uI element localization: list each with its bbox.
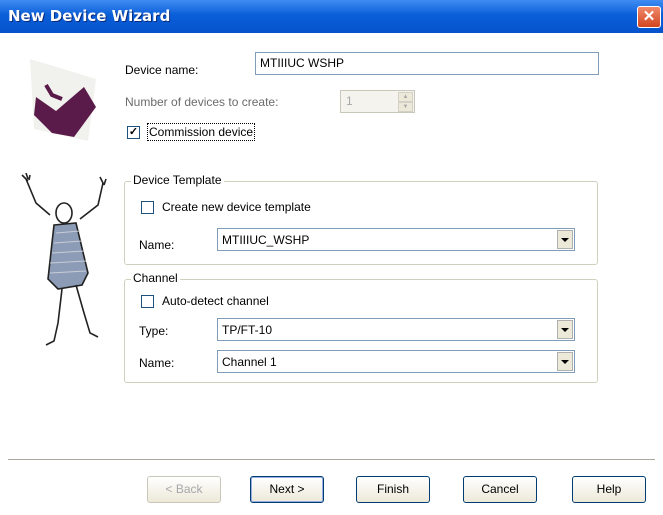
- auto-detect-label: Auto-detect channel: [162, 294, 269, 308]
- title-bar: New Device Wizard ✕: [0, 0, 663, 33]
- channel-type-dropdown[interactable]: TP/FT-10: [217, 318, 575, 341]
- chevron-down-icon[interactable]: [557, 230, 573, 249]
- channel-type-label: Type:: [139, 324, 169, 338]
- finish-button[interactable]: Finish: [356, 476, 430, 503]
- device-name-label: Device name:: [125, 63, 199, 77]
- window-title: New Device Wizard: [8, 7, 171, 25]
- wizard-logo-icon: [30, 59, 96, 141]
- auto-detect-checkbox[interactable]: [141, 295, 154, 308]
- channel-type-value: TP/FT-10: [222, 323, 273, 337]
- footer-separator: [8, 459, 655, 461]
- channel-group: Channel Auto-detect channel Type: TP/FT-…: [124, 271, 598, 383]
- template-name-value: MTIIIUC_WSHP: [222, 233, 310, 247]
- commission-device-label: Commission device: [146, 123, 256, 141]
- checkmark-icon: ✓: [128, 126, 139, 138]
- chevron-down-icon[interactable]: [557, 320, 573, 339]
- wizard-content: Device name: MTIIIUC WSHP Number of devi…: [0, 33, 663, 515]
- template-name-dropdown[interactable]: MTIIIUC_WSHP: [217, 228, 575, 251]
- device-name-field[interactable]: MTIIIUC WSHP: [255, 52, 599, 75]
- number-of-devices-label: Number of devices to create:: [125, 95, 279, 109]
- create-template-checkbox[interactable]: [141, 201, 154, 214]
- spin-up-icon: ▲: [398, 92, 413, 102]
- help-button[interactable]: Help: [572, 476, 646, 503]
- device-template-title: Device Template: [131, 173, 224, 187]
- spin-down-icon: ▼: [398, 102, 413, 112]
- cancel-button[interactable]: Cancel: [463, 476, 537, 503]
- template-name-label: Name:: [139, 238, 175, 252]
- channel-title: Channel: [131, 271, 180, 285]
- next-button[interactable]: Next >: [250, 476, 324, 503]
- commission-device-checkbox[interactable]: ✓: [127, 126, 140, 139]
- channel-name-dropdown[interactable]: Channel 1: [217, 350, 575, 373]
- device-template-group: Device Template Create new device templa…: [124, 173, 598, 265]
- back-button[interactable]: < Back: [147, 476, 221, 503]
- close-button[interactable]: ✕: [637, 6, 661, 28]
- channel-name-label: Name:: [139, 356, 175, 370]
- number-of-devices-value: 1: [346, 94, 353, 108]
- number-of-devices-spinner: 1 ▲ ▼: [340, 90, 415, 113]
- dancer-illustration-icon: [21, 173, 107, 346]
- channel-name-value: Channel 1: [222, 355, 277, 369]
- chevron-down-icon[interactable]: [557, 352, 573, 371]
- close-icon: ✕: [642, 8, 656, 25]
- create-template-label: Create new device template: [162, 200, 311, 214]
